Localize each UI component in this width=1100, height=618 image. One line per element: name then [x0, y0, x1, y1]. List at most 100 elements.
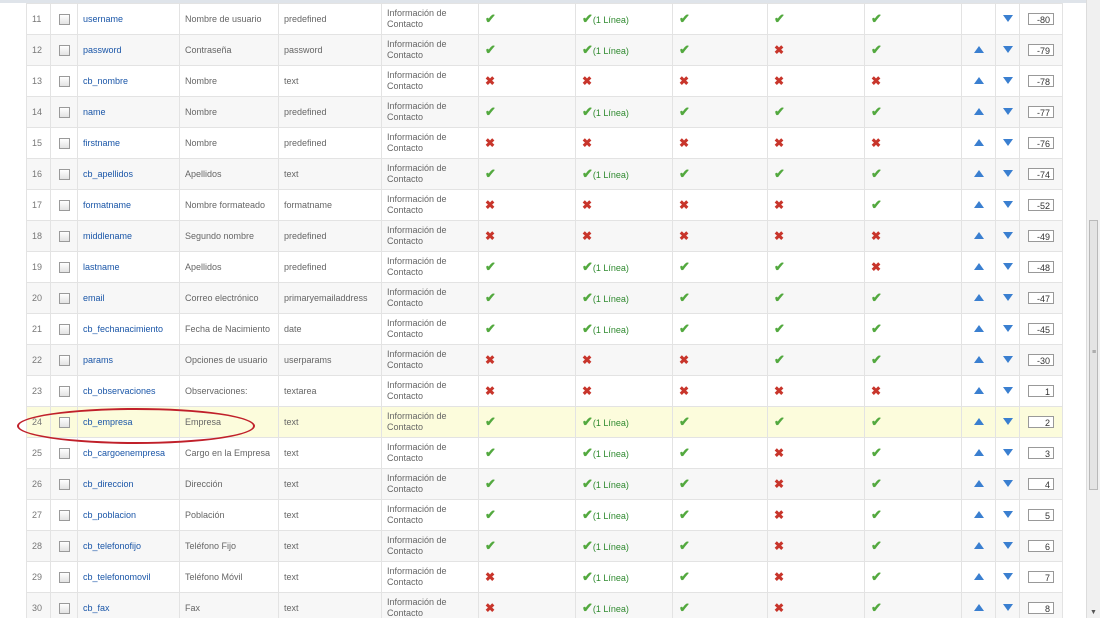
row-checkbox[interactable]	[58, 75, 70, 87]
status-cell-4[interactable]: ✔	[767, 3, 865, 35]
order-input[interactable]: 3	[1028, 447, 1054, 459]
field-name-text[interactable]: email	[83, 293, 105, 303]
arrow-up-icon[interactable]	[973, 480, 984, 487]
field-name-text[interactable]: cb_observaciones	[83, 386, 156, 396]
order-input[interactable]: -47	[1028, 292, 1054, 304]
status-cell-5[interactable]: ✔	[864, 3, 962, 35]
cross-icon[interactable]: ✖	[485, 74, 495, 88]
order-input[interactable]: 6	[1028, 540, 1054, 552]
field-name-text[interactable]: cb_telefonomovil	[83, 572, 151, 582]
status-cell-2[interactable]: ✔(1 Línea)	[575, 34, 673, 66]
cross-icon[interactable]: ✖	[871, 260, 881, 274]
field-name-text[interactable]: cb_poblacion	[83, 510, 136, 520]
arrow-down-icon[interactable]	[1002, 449, 1013, 456]
check-icon[interactable]: ✔	[582, 507, 593, 522]
cross-icon[interactable]: ✖	[485, 384, 495, 398]
order-input[interactable]: 5	[1028, 509, 1054, 521]
status-cell-2[interactable]: ✔(1 Línea)	[575, 3, 673, 35]
field-name-text[interactable]: name	[83, 107, 106, 117]
row-checkbox[interactable]	[58, 106, 70, 118]
check-icon[interactable]: ✔	[485, 538, 496, 553]
field-name-link[interactable]: formatname	[77, 189, 180, 221]
cross-icon[interactable]: ✖	[774, 384, 784, 398]
arrow-up-icon[interactable]	[973, 139, 984, 146]
status-cell-4[interactable]: ✖	[767, 34, 865, 66]
field-name-link[interactable]: lastname	[77, 251, 180, 283]
check-icon[interactable]: ✔	[871, 352, 882, 367]
arrow-up-icon[interactable]	[973, 449, 984, 456]
status-cell-2[interactable]: ✔(1 Línea)	[575, 406, 673, 438]
status-cell-5[interactable]: ✔	[864, 406, 962, 438]
cross-icon[interactable]: ✖	[774, 601, 784, 615]
status-cell-3[interactable]: ✖	[672, 375, 768, 407]
status-cell-4[interactable]: ✖	[767, 530, 865, 562]
check-icon[interactable]: ✔	[774, 290, 785, 305]
arrow-up-icon[interactable]	[973, 418, 984, 425]
check-icon[interactable]: ✔	[679, 104, 690, 119]
row-checkbox[interactable]	[58, 385, 70, 397]
arrow-down-icon[interactable]	[1002, 46, 1013, 53]
status-cell-4[interactable]: ✔	[767, 96, 865, 128]
cross-icon[interactable]: ✖	[679, 136, 689, 150]
arrow-down-icon[interactable]	[1002, 356, 1013, 363]
field-name-link[interactable]: cb_telefonofijo	[77, 530, 180, 562]
status-cell-5[interactable]: ✔	[864, 34, 962, 66]
cross-icon[interactable]: ✖	[774, 570, 784, 584]
check-icon[interactable]: ✔	[679, 42, 690, 57]
row-checkbox[interactable]	[58, 261, 70, 273]
order-input[interactable]: -74	[1028, 168, 1054, 180]
vertical-scrollbar[interactable]: ≡ ▼	[1086, 0, 1100, 618]
status-cell-2[interactable]: ✔(1 Línea)	[575, 499, 673, 531]
check-icon[interactable]: ✔	[774, 259, 785, 274]
check-icon[interactable]: ✔	[582, 259, 593, 274]
order-input[interactable]: 8	[1028, 602, 1054, 614]
check-icon[interactable]: ✔	[485, 414, 496, 429]
status-cell-5[interactable]: ✔	[864, 499, 962, 531]
cross-icon[interactable]: ✖	[774, 508, 784, 522]
check-icon[interactable]: ✔	[871, 476, 882, 491]
check-icon[interactable]: ✔	[582, 538, 593, 553]
field-name-link[interactable]: cb_apellidos	[77, 158, 180, 190]
check-icon[interactable]: ✔	[871, 538, 882, 553]
cross-icon[interactable]: ✖	[485, 136, 495, 150]
cross-icon[interactable]: ✖	[679, 384, 689, 398]
status-cell-1[interactable]: ✖	[478, 592, 576, 618]
arrow-up-icon[interactable]	[973, 542, 984, 549]
arrow-up-icon[interactable]	[973, 46, 984, 53]
check-icon[interactable]: ✔	[679, 507, 690, 522]
check-icon[interactable]: ✔	[582, 104, 593, 119]
arrow-down-icon[interactable]	[1002, 108, 1013, 115]
arrow-up-icon[interactable]	[973, 201, 984, 208]
row-checkbox[interactable]	[58, 168, 70, 180]
order-input[interactable]: -45	[1028, 323, 1054, 335]
field-name-link[interactable]: cb_empresa	[77, 406, 180, 438]
order-input[interactable]: 7	[1028, 571, 1054, 583]
order-input[interactable]: -77	[1028, 106, 1054, 118]
arrow-down-icon[interactable]	[1002, 418, 1013, 425]
check-icon[interactable]: ✔	[679, 538, 690, 553]
status-cell-3[interactable]: ✔	[672, 530, 768, 562]
row-checkbox[interactable]	[58, 571, 70, 583]
check-icon[interactable]: ✔	[485, 166, 496, 181]
status-cell-4[interactable]: ✖	[767, 189, 865, 221]
status-cell-2[interactable]: ✔(1 Línea)	[575, 592, 673, 618]
status-cell-4[interactable]: ✖	[767, 127, 865, 159]
status-cell-5[interactable]: ✔	[864, 561, 962, 593]
scrollbar-thumb[interactable]: ≡	[1089, 220, 1098, 490]
status-cell-4[interactable]: ✔	[767, 282, 865, 314]
status-cell-5[interactable]: ✔	[864, 189, 962, 221]
cross-icon[interactable]: ✖	[774, 229, 784, 243]
row-checkbox[interactable]	[58, 199, 70, 211]
field-name-text[interactable]: middlename	[83, 231, 132, 241]
field-name-link[interactable]: cb_observaciones	[77, 375, 180, 407]
field-name-link[interactable]: cb_telefonomovil	[77, 561, 180, 593]
arrow-down-icon[interactable]	[1002, 139, 1013, 146]
status-cell-5[interactable]: ✖	[864, 251, 962, 283]
field-name-link[interactable]: password	[77, 34, 180, 66]
status-cell-3[interactable]: ✔	[672, 592, 768, 618]
arrow-down-icon[interactable]	[1002, 511, 1013, 518]
cross-icon[interactable]: ✖	[871, 229, 881, 243]
check-icon[interactable]: ✔	[485, 259, 496, 274]
status-cell-5[interactable]: ✔	[864, 437, 962, 469]
field-name-text[interactable]: cb_nombre	[83, 76, 128, 86]
